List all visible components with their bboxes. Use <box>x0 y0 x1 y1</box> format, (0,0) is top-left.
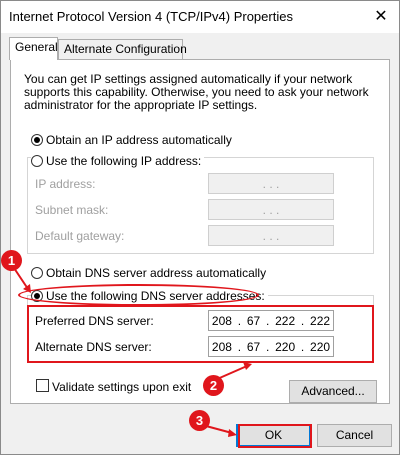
annotation-badge-1: 1 <box>1 250 22 271</box>
arrow-3-head <box>228 429 237 437</box>
annotation-badge-2: 2 <box>203 375 224 396</box>
arrow-2-head <box>243 362 252 370</box>
tab-general[interactable]: General <box>9 37 58 60</box>
annotation-arrows <box>11 264 252 437</box>
arrow-3-line <box>205 425 233 434</box>
arrow-1-head <box>23 284 31 293</box>
annotation-badge-3: 3 <box>189 410 210 431</box>
